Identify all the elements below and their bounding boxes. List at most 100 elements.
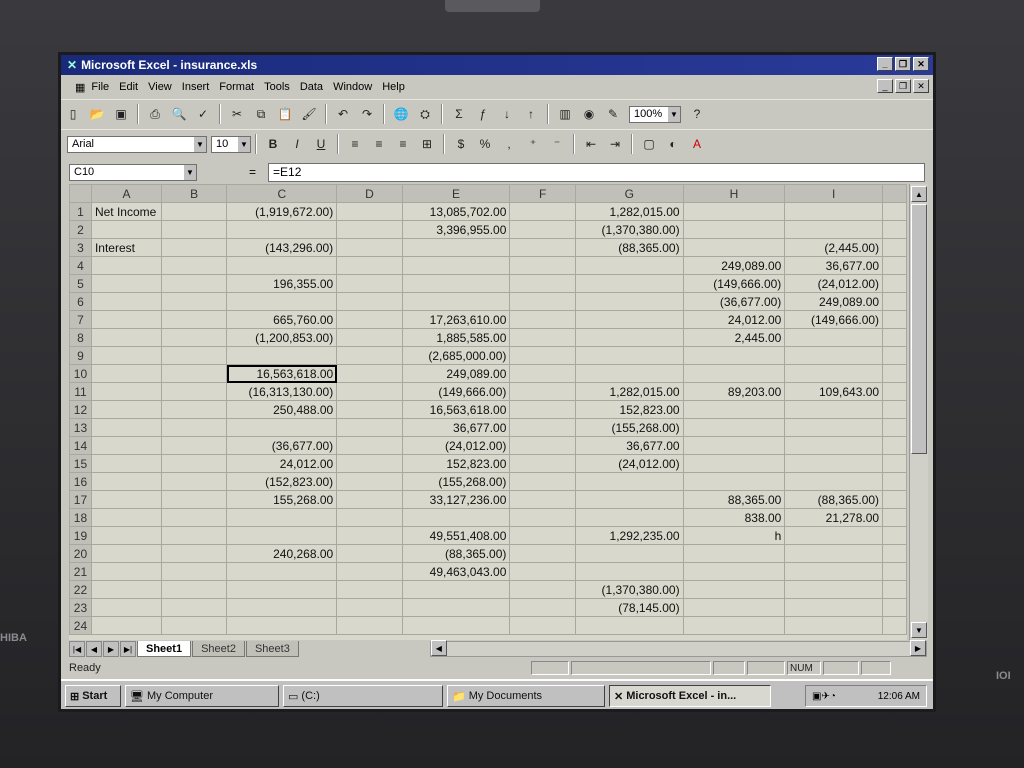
row-header[interactable]: 13	[69, 418, 92, 437]
cell-f24[interactable]	[509, 616, 576, 635]
cell-g19[interactable]: 1,292,235.00	[574, 526, 684, 545]
cell-e21[interactable]: 49,463,043.00	[401, 562, 511, 581]
cell-c7[interactable]: 665,760.00	[226, 310, 338, 329]
cell-f11[interactable]	[509, 382, 576, 401]
new-icon[interactable]: ▯	[63, 104, 83, 124]
cell-d17[interactable]	[336, 490, 403, 509]
scroll-right-icon[interactable]: ▶	[910, 640, 926, 656]
print-preview-icon[interactable]: 🔍	[169, 104, 189, 124]
cell-d22[interactable]	[336, 580, 403, 599]
function-icon[interactable]: ƒ	[473, 104, 493, 124]
cell-f14[interactable]	[509, 436, 576, 455]
font-size-select[interactable]: 10 ▼	[211, 135, 251, 153]
cell-h10[interactable]	[682, 364, 786, 383]
cell-d14[interactable]	[336, 436, 403, 455]
increase-decimal-icon[interactable]: ⁺	[523, 134, 543, 154]
cell-blank[interactable]	[882, 616, 907, 635]
menu-edit[interactable]: Edit	[119, 81, 138, 93]
column-header-d[interactable]: D	[336, 184, 403, 203]
cell-d5[interactable]	[336, 274, 403, 293]
scroll-left-icon[interactable]: ◀	[430, 640, 447, 656]
cell-e8[interactable]: 1,885,585.00	[401, 328, 511, 347]
cell-f23[interactable]	[509, 598, 576, 617]
doc-restore-button[interactable]: ❐	[895, 79, 911, 93]
cell-h20[interactable]	[682, 544, 786, 563]
cell-g17[interactable]	[574, 490, 684, 509]
cell-blank[interactable]	[882, 364, 907, 383]
column-header-h[interactable]: H	[682, 184, 786, 203]
cell-c17[interactable]: 155,268.00	[226, 490, 338, 509]
cell-h22[interactable]	[682, 580, 786, 599]
cell-f15[interactable]	[509, 454, 576, 473]
cell-e24[interactable]	[401, 616, 511, 635]
cell-a18[interactable]	[90, 508, 162, 527]
cell-a5[interactable]	[90, 274, 162, 293]
underline-icon[interactable]: U	[311, 134, 331, 154]
cell-d23[interactable]	[336, 598, 403, 617]
cell-b21[interactable]	[160, 562, 228, 581]
undo-icon[interactable]: ↶	[333, 104, 353, 124]
row-header[interactable]: 6	[69, 292, 92, 311]
cell-d21[interactable]	[336, 562, 403, 581]
map-icon[interactable]: ◉	[579, 104, 599, 124]
cell-i18[interactable]: 21,278.00	[784, 508, 884, 527]
cell-f18[interactable]	[509, 508, 576, 527]
doc-close-button[interactable]: ✕	[913, 79, 929, 93]
cell-g6[interactable]	[574, 292, 684, 311]
menu-help[interactable]: Help	[382, 81, 405, 93]
hyperlink-icon[interactable]: 🌐	[391, 104, 411, 124]
cell-d2[interactable]	[336, 220, 403, 239]
cell-blank[interactable]	[882, 328, 907, 347]
cell-e19[interactable]: 49,551,408.00	[401, 526, 511, 545]
cell-e9[interactable]: (2,685,000.00)	[401, 346, 511, 365]
cell-f4[interactable]	[509, 256, 576, 275]
cell-i10[interactable]	[784, 364, 884, 383]
cell-c16[interactable]: (152,823.00)	[226, 472, 338, 491]
cell-h4[interactable]: 249,089.00	[682, 256, 786, 275]
decrease-decimal-icon[interactable]: ⁻	[547, 134, 567, 154]
cell-i6[interactable]: 249,089.00	[784, 292, 884, 311]
cell-b12[interactable]	[160, 400, 228, 419]
merge-center-icon[interactable]: ⊞	[417, 134, 437, 154]
cell-blank[interactable]	[882, 418, 907, 437]
cell-d4[interactable]	[336, 256, 403, 275]
cell-c19[interactable]	[226, 526, 338, 545]
cell-h13[interactable]	[682, 418, 786, 437]
bold-icon[interactable]: B	[263, 134, 283, 154]
column-header-g[interactable]: G	[574, 184, 684, 203]
minimize-button[interactable]: _	[877, 57, 893, 71]
percent-icon[interactable]: %	[475, 134, 495, 154]
cell-i20[interactable]	[784, 544, 884, 563]
cell-h24[interactable]	[682, 616, 786, 635]
cell-blank[interactable]	[882, 346, 907, 365]
horizontal-scrollbar[interactable]: ◀ ▶	[429, 640, 927, 657]
maximize-button[interactable]: ❐	[895, 57, 911, 71]
row-header[interactable]: 5	[69, 274, 92, 293]
select-all-corner[interactable]	[69, 184, 92, 203]
cell-i7[interactable]: (149,666.00)	[784, 310, 884, 329]
workbook-icon[interactable]: ▦	[75, 81, 85, 94]
help-icon[interactable]: ?	[687, 104, 707, 124]
cell-a16[interactable]	[90, 472, 162, 491]
cell-e3[interactable]	[401, 238, 511, 257]
cell-a7[interactable]	[90, 310, 162, 329]
cell-c12[interactable]: 250,488.00	[226, 400, 338, 419]
cell-b22[interactable]	[160, 580, 228, 599]
cell-f21[interactable]	[509, 562, 576, 581]
cell-a8[interactable]	[90, 328, 162, 347]
cell-i1[interactable]	[784, 202, 884, 221]
cell-f22[interactable]	[509, 580, 576, 599]
cell-c23[interactable]	[226, 598, 338, 617]
cell-f6[interactable]	[509, 292, 576, 311]
cell-g9[interactable]	[574, 346, 684, 365]
cell-h14[interactable]	[682, 436, 786, 455]
cell-b16[interactable]	[160, 472, 228, 491]
zoom-select[interactable]: 100% ▼	[629, 105, 681, 123]
paste-icon[interactable]: 📋	[275, 104, 295, 124]
font-select[interactable]: Arial ▼	[67, 135, 207, 153]
cell-i8[interactable]	[784, 328, 884, 347]
tab-sheet2[interactable]: Sheet2	[192, 641, 245, 657]
cell-c9[interactable]	[226, 346, 338, 365]
cell-blank[interactable]	[882, 454, 907, 473]
cell-i24[interactable]	[784, 616, 884, 635]
